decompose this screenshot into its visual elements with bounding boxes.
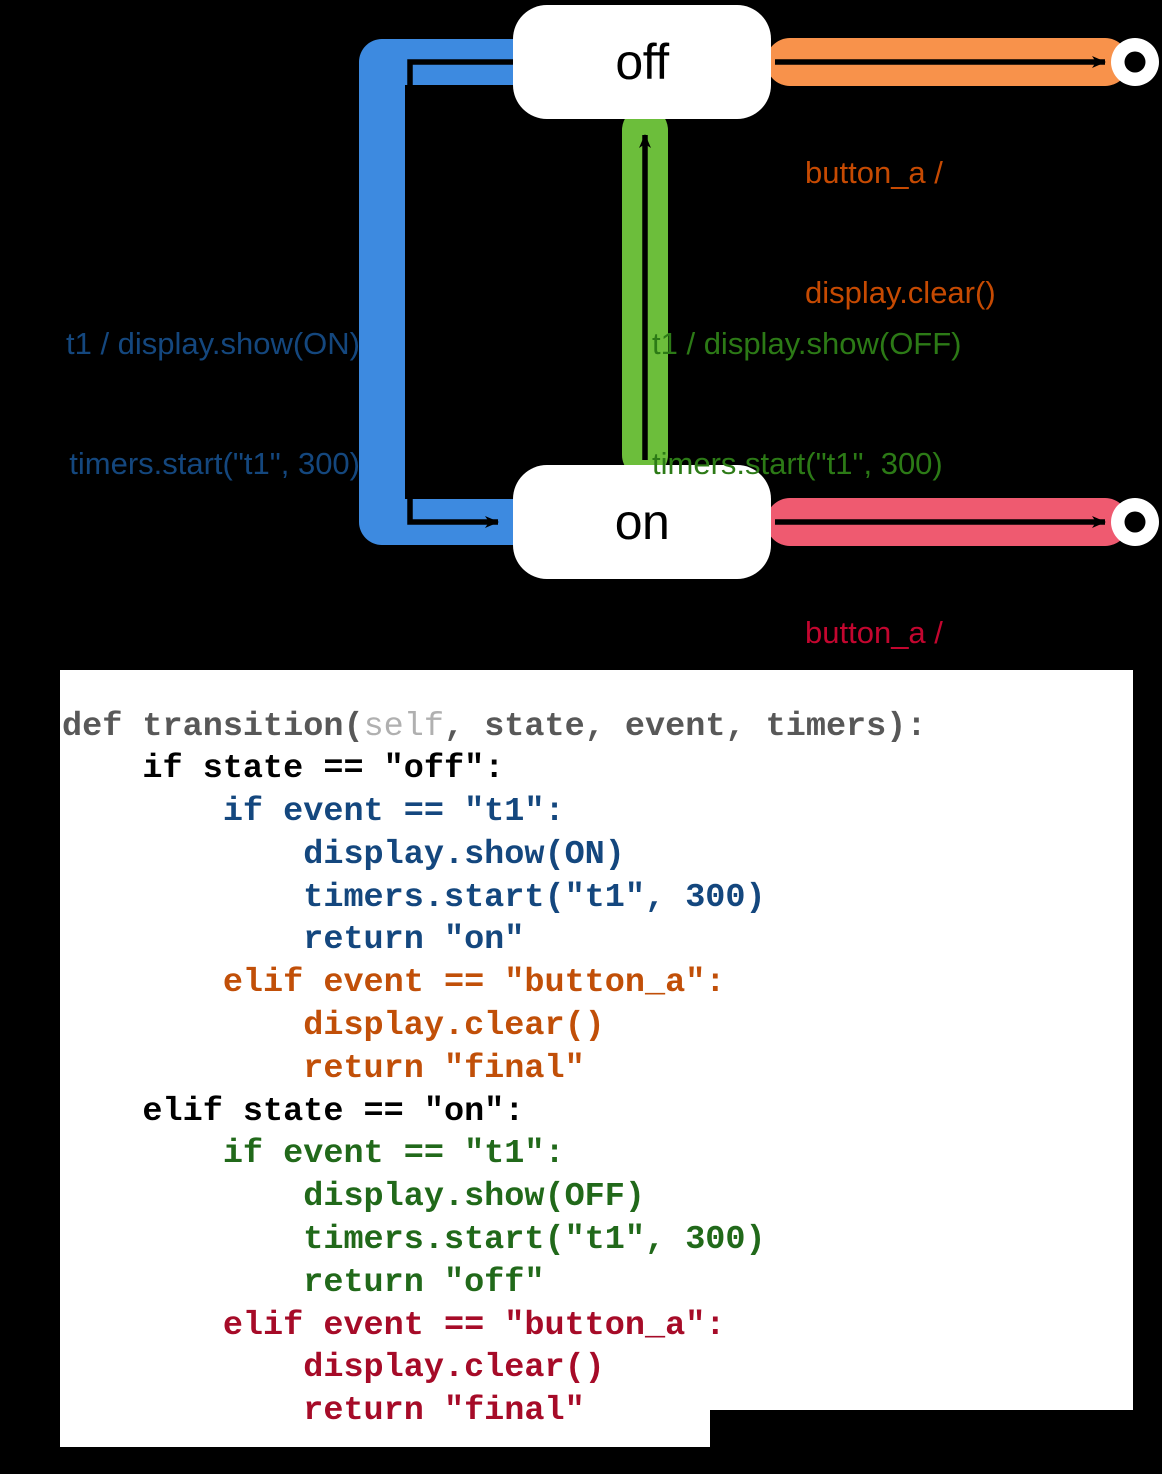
screenshot-root: off on t1 / display.show(ON) timers.star… <box>0 0 1162 1474</box>
edge-label-off-to-on: t1 / display.show(ON) timers.start("t1",… <box>0 243 360 565</box>
code-line: display.show(ON) <box>62 835 625 874</box>
code-token: , state, event, timers): <box>443 707 927 746</box>
edge-off-to-on <box>359 39 538 545</box>
code-line: display.clear() <box>62 1007 605 1046</box>
code-line: def transition(self, state, event, timer… <box>62 706 1152 749</box>
code-line: return "on" <box>62 921 525 960</box>
edge-off-to-on-highlight <box>359 39 538 545</box>
code-line: display.clear() <box>62 1349 605 1388</box>
edge-label-off-to-final-line1: button_a / <box>805 154 943 190</box>
code-line: elif state == "on": <box>62 1092 525 1131</box>
final-state-bottom-hole <box>1124 511 1146 533</box>
edge-label-off-to-on-line2: timers.start("t1", 300) <box>69 446 360 482</box>
final-state-top-hole <box>1124 51 1146 73</box>
code-token: def transition( <box>62 707 364 746</box>
code-line: if event == "t1": <box>62 793 565 832</box>
state-node-off-label: off <box>615 34 669 90</box>
code-line: return "final" <box>62 1049 585 1088</box>
code-line: timers.start("t1", 300) <box>62 1221 766 1260</box>
state-machine-diagram: off on t1 / display.show(ON) timers.star… <box>0 0 1162 770</box>
code-token-dim: self <box>363 707 444 746</box>
code-line: if event == "t1": <box>62 1135 565 1174</box>
edge-label-off-to-final-line2: display.clear() <box>805 275 996 311</box>
edge-label-on-to-off-line2: timers.start("t1", 300) <box>652 446 943 482</box>
code-line: timers.start("t1", 300) <box>62 878 766 917</box>
code-panel-corner-notch <box>710 1410 1133 1447</box>
edge-off-to-on-line <box>407 59 515 528</box>
state-node-off[interactable]: off <box>513 5 771 119</box>
code-block[interactable]: def transition(self, state, event, timer… <box>62 706 1152 1434</box>
edge-label-off-to-final: button_a / display.clear() <box>805 72 1145 394</box>
edge-label-off-to-on-line1: t1 / display.show(ON) <box>65 325 360 361</box>
code-line: return "off" <box>62 1263 545 1302</box>
code-line: elif event == "button_a": <box>62 964 726 1003</box>
edge-label-on-to-final-line1: button_a / <box>805 614 943 650</box>
code-line: if state == "off": <box>62 750 505 789</box>
code-line: elif event == "button_a": <box>62 1306 726 1345</box>
code-line: display.show(OFF) <box>62 1178 645 1217</box>
